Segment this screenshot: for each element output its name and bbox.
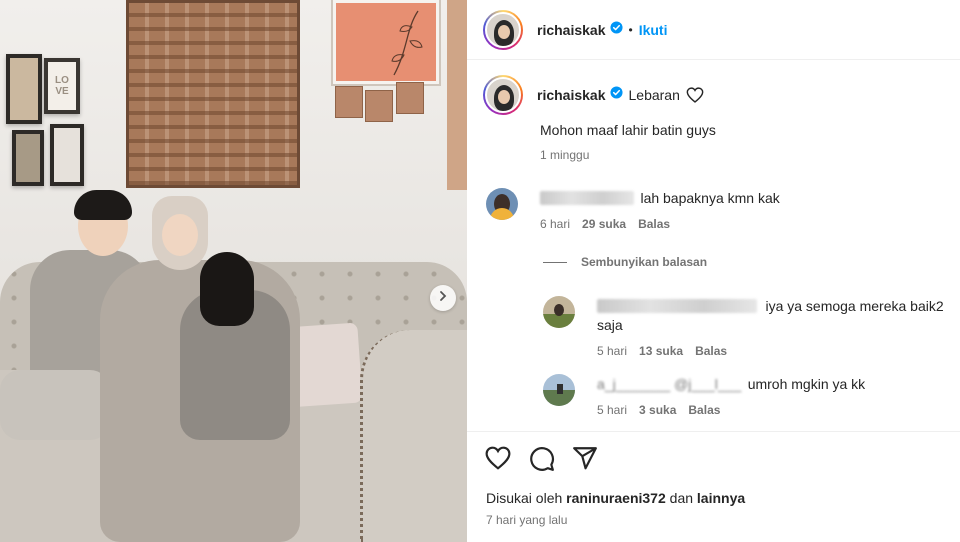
redacted-username xyxy=(540,191,634,205)
caption-heart-icon[interactable] xyxy=(686,87,704,103)
caption-author-avatar[interactable] xyxy=(483,75,523,115)
replies-divider-line xyxy=(543,261,567,263)
reply-button[interactable]: Balas xyxy=(695,344,727,358)
likes-summary: Disukai oleh raninuraeni372 dan lainnya xyxy=(486,490,745,506)
wall-frame xyxy=(6,54,42,124)
comment-text: lah bapaknya kmn kak xyxy=(640,190,780,206)
wall-frame xyxy=(50,124,84,186)
reply-likes[interactable]: 3 suka xyxy=(639,403,676,417)
comment-likes[interactable]: 29 suka xyxy=(582,217,626,231)
calligraphy-wall-art xyxy=(126,0,300,188)
comment-meta: 6 hari 29 suka Balas xyxy=(540,217,670,231)
reply-button[interactable]: Balas xyxy=(638,217,670,231)
commenter-avatar[interactable] xyxy=(486,188,518,220)
hide-replies-label: Sembunyikan balasan xyxy=(581,255,708,269)
author-avatar[interactable] xyxy=(483,9,523,50)
comments-scroll-area[interactable]: richaiskak Lebaran Mohon maaf lahir bati… xyxy=(467,61,960,431)
reply-avatar[interactable] xyxy=(543,296,575,328)
person-child-hair xyxy=(200,252,254,326)
comment-icon[interactable] xyxy=(529,446,555,477)
caption-username[interactable]: richaiskak xyxy=(537,87,606,103)
reply-text-line2: saja xyxy=(597,317,623,333)
reply-avatar[interactable] xyxy=(543,374,575,406)
post-timestamp: 7 hari yang lalu xyxy=(486,513,568,527)
caption-text: Mohon maaf lahir batin guys xyxy=(540,122,716,138)
reply-text: umroh mgkin ya kk xyxy=(747,376,866,392)
orange-wall-art xyxy=(333,0,439,84)
verified-badge-icon xyxy=(609,20,623,39)
post-side-panel: richaiskak • Ikuti richaiskak Lebaran Mo… xyxy=(467,0,960,542)
wall-tag xyxy=(396,82,424,114)
follow-button[interactable]: Ikuti xyxy=(639,22,668,38)
person-woman-face xyxy=(162,214,198,256)
reply-1: iya ya semoga mereka baik2 saja xyxy=(597,297,947,335)
liked-by-user-link[interactable]: raninuraeni372 xyxy=(566,490,666,506)
verified-badge-icon xyxy=(609,86,623,104)
caption-time: 1 minggu xyxy=(540,148,589,162)
sofa-arm xyxy=(360,330,467,542)
author-username[interactable]: richaiskak xyxy=(537,22,606,38)
reply-button[interactable]: Balas xyxy=(688,403,720,417)
liked-by-prefix: Disukai oleh xyxy=(486,490,563,506)
heart-icon[interactable] xyxy=(485,446,511,475)
reply-meta: 5 hari 13 suka Balas xyxy=(597,344,727,358)
wall-tag xyxy=(335,86,363,118)
redacted-username xyxy=(597,299,757,313)
reply-meta: 5 hari 3 suka Balas xyxy=(597,403,720,417)
post-header: richaiskak • Ikuti xyxy=(467,0,960,60)
comment-1: lah bapaknya kmn kak xyxy=(540,189,780,208)
wall-tag xyxy=(365,90,393,122)
separator-dot: • xyxy=(628,22,633,37)
reply-likes[interactable]: 13 suka xyxy=(639,344,683,358)
liked-by-others-link[interactable]: lainnya xyxy=(697,490,745,506)
reply-text: iya ya semoga mereka baik2 xyxy=(765,298,944,314)
side-wall-art xyxy=(447,0,467,190)
chevron-right-icon xyxy=(437,289,449,307)
liked-by-and: dan xyxy=(669,490,694,506)
person-man-hair xyxy=(74,190,132,220)
caption-header: richaiskak Lebaran xyxy=(483,75,704,115)
reply-timestamp: 5 hari xyxy=(597,344,628,358)
wall-frame-love: LO VE xyxy=(44,58,80,114)
reply-timestamp: 5 hari xyxy=(597,403,628,417)
hide-replies-toggle[interactable]: Sembunyikan balasan xyxy=(543,255,707,269)
reply-2: a_j_______ @j___l___ umroh mgkin ya kk xyxy=(597,375,865,394)
wall-frame xyxy=(12,130,44,186)
caption-timestamp: 1 minggu xyxy=(540,148,590,162)
reply-mention: a_j_______ @j___l___ xyxy=(597,376,742,392)
carousel-next-button[interactable] xyxy=(430,285,456,311)
comment-timestamp: 6 hari xyxy=(540,217,571,231)
caption-location: Lebaran xyxy=(628,87,680,103)
post-photo[interactable]: LO VE xyxy=(0,0,467,542)
share-icon[interactable] xyxy=(572,446,598,475)
person-man-legs xyxy=(0,370,110,440)
